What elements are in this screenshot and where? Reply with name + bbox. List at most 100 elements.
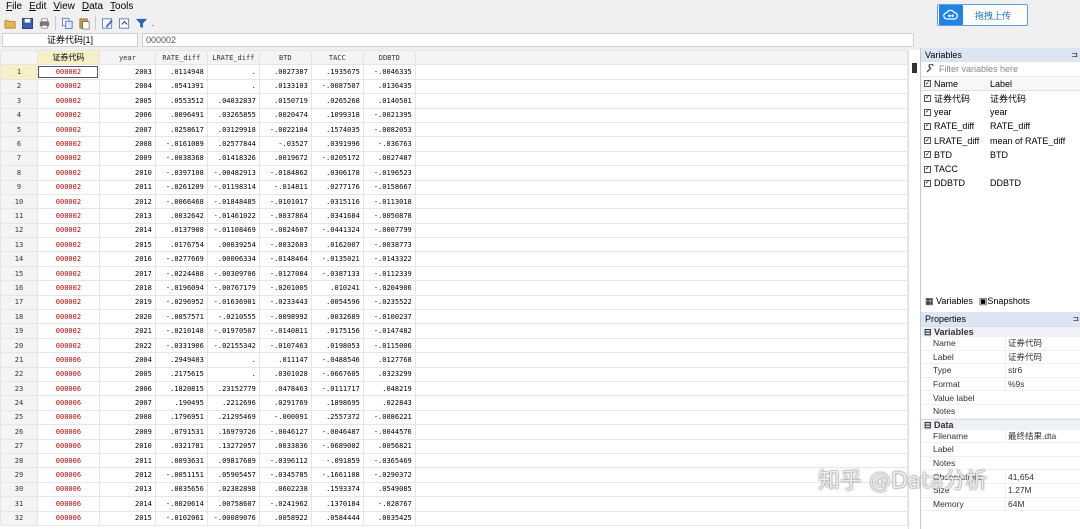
cell-ddbtd[interactable]: -.0235522 bbox=[362, 294, 416, 311]
cell-lrate-diff[interactable]: .03129918 bbox=[206, 121, 260, 138]
cell-ddbtd[interactable]: -.0007799 bbox=[362, 222, 416, 239]
cell-rate-diff[interactable]: -.0210148 bbox=[154, 323, 208, 339]
row-number-header[interactable] bbox=[0, 50, 38, 66]
cell-rate-diff[interactable]: .0321781 bbox=[154, 438, 208, 454]
cell-rate-diff[interactable]: .0093631 bbox=[154, 452, 208, 469]
cell-ddbtd[interactable]: -.0050878 bbox=[362, 208, 416, 224]
cell-code[interactable]: 000006 bbox=[36, 481, 100, 498]
cell-year[interactable]: 2014 bbox=[98, 496, 156, 512]
cell-year[interactable]: 2008 bbox=[98, 136, 156, 152]
table-row[interactable]: 29 000006 2012 -.0051151.05905457 -.0345785-… bbox=[0, 467, 908, 483]
cell-code[interactable]: 000006 bbox=[36, 380, 100, 397]
property-row[interactable]: Label 证券代码 bbox=[921, 350, 1080, 365]
menu-edit[interactable]: Edit bbox=[27, 0, 51, 14]
cell-year[interactable]: 2015 bbox=[98, 237, 156, 253]
property-row[interactable]: Name 证券代码 bbox=[921, 337, 1080, 351]
cell-ddbtd[interactable]: -.0112339 bbox=[362, 265, 416, 282]
cell-btd[interactable]: .0033836 bbox=[258, 438, 312, 454]
table-row[interactable]: 14 000002 2016 -.0277669.00006334 -.0148464-… bbox=[0, 251, 908, 267]
cell-lrate-diff[interactable]: .03265855 bbox=[206, 107, 260, 123]
cell-btd[interactable]: -.0241962 bbox=[258, 496, 312, 512]
cell-lrate-diff[interactable]: .04032837 bbox=[206, 93, 260, 109]
cell-lrate-diff[interactable]: .05905457 bbox=[206, 467, 260, 483]
cell-year[interactable]: 2010 bbox=[98, 165, 156, 181]
row-number[interactable]: 20 bbox=[0, 337, 38, 354]
cell-code[interactable]: 000002 bbox=[36, 107, 100, 123]
cell-year[interactable]: 2010 bbox=[98, 438, 156, 454]
table-row[interactable]: 6 000002 2008 -.0161089.02577844 -.03527.039… bbox=[0, 136, 908, 152]
menu-file[interactable]: File bbox=[4, 0, 27, 14]
cell-year[interactable]: 2006 bbox=[98, 107, 156, 123]
cell-code[interactable]: 000006 bbox=[36, 467, 100, 483]
cell-tacc[interactable]: -.0205172 bbox=[310, 150, 364, 167]
cell-reference[interactable]: 证券代码[1] bbox=[2, 33, 138, 47]
cell-tacc[interactable]: .0054596 bbox=[310, 294, 364, 311]
cell-btd[interactable]: -.0098992 bbox=[258, 309, 312, 325]
row-number[interactable]: 21 bbox=[0, 352, 38, 368]
cell-lrate-diff[interactable]: .23152779 bbox=[206, 380, 260, 397]
cell-btd[interactable]: .0150719 bbox=[258, 93, 312, 109]
table-row[interactable]: 5 000002 2007.0258617.03129918 -.0022104.15… bbox=[0, 121, 908, 138]
cell-btd[interactable]: -.0037864 bbox=[258, 208, 312, 224]
table-row[interactable]: 15 000002 2017 -.0224488 -.00309706 -.0127084… bbox=[0, 265, 908, 282]
cell-tacc[interactable]: -.0488546 bbox=[310, 352, 364, 368]
table-row[interactable]: 30 000006 2013.0035656.02382898.0602238.15… bbox=[0, 481, 908, 498]
cell-ddbtd[interactable]: -.0204906 bbox=[362, 280, 416, 296]
cell-year[interactable]: 2007 bbox=[98, 395, 156, 411]
cell-year[interactable]: 2006 bbox=[98, 380, 156, 397]
row-number[interactable]: 12 bbox=[0, 222, 38, 239]
cell-year[interactable]: 2011 bbox=[98, 179, 156, 195]
cell-rate-diff[interactable]: -.0102061 bbox=[154, 510, 208, 526]
table-row[interactable]: 21 000006 2004.2949403. .011147 -.0488546.01… bbox=[0, 352, 908, 368]
table-row[interactable]: 32 000006 2015 -.0102061 -.00089076.0058922.… bbox=[0, 510, 908, 526]
cell-code[interactable]: 000002 bbox=[36, 222, 100, 239]
cell-btd[interactable]: -.000091 bbox=[258, 409, 312, 426]
cell-rate-diff[interactable]: -.0051151 bbox=[154, 467, 208, 483]
variable-row[interactable]: ✓ BTD BTD bbox=[921, 148, 1080, 162]
cell-lrate-diff[interactable]: -.00309706 bbox=[206, 265, 260, 282]
cell-year[interactable]: 2008 bbox=[98, 409, 156, 426]
cell-rate-diff[interactable]: -.0066468 bbox=[154, 193, 208, 210]
cell-btd[interactable]: .0602238 bbox=[258, 481, 312, 498]
row-number[interactable]: 8 bbox=[0, 165, 38, 181]
menu-tools[interactable]: Tools bbox=[108, 0, 138, 14]
cell-rate-diff[interactable]: .0541391 bbox=[154, 78, 208, 95]
cell-code[interactable]: 000002 bbox=[36, 309, 100, 325]
data-section-header[interactable]: ⊟ Data bbox=[921, 418, 1080, 430]
cell-year[interactable]: 2019 bbox=[98, 294, 156, 311]
cell-year[interactable]: 2021 bbox=[98, 323, 156, 339]
cell-rate-diff[interactable]: .1820815 bbox=[154, 380, 208, 397]
cell-btd[interactable]: -.0024607 bbox=[258, 222, 312, 239]
table-row[interactable]: 20 000002 2022 -.0331906 -.02155342 -.0107463… bbox=[0, 337, 908, 354]
cell-code[interactable]: 000006 bbox=[36, 496, 100, 512]
table-row[interactable]: 10 000002 2012 -.0066468 -.01848485 -.0101017… bbox=[0, 193, 908, 210]
cell-rate-diff[interactable]: -.0057571 bbox=[154, 309, 208, 325]
row-number[interactable]: 26 bbox=[0, 424, 38, 440]
table-row[interactable]: 4 000002 2006.0096491.03265855.0020474.109… bbox=[0, 107, 908, 123]
variable-checkbox[interactable]: ✓ bbox=[924, 165, 931, 173]
cell-ddbtd[interactable]: -.0143322 bbox=[362, 251, 416, 267]
cell-lrate-diff[interactable]: .00006334 bbox=[206, 251, 260, 267]
cell-ddbtd[interactable]: .0035425 bbox=[362, 510, 416, 526]
row-number[interactable]: 19 bbox=[0, 323, 38, 339]
cell-ddbtd[interactable]: .048219 bbox=[362, 380, 416, 397]
cell-code[interactable]: 000002 bbox=[36, 78, 100, 95]
filter-input[interactable]: Filter variables here bbox=[939, 64, 1018, 74]
column-header[interactable]: LRATE_diff bbox=[206, 50, 260, 66]
cell-ddbtd[interactable]: .0549085 bbox=[362, 481, 416, 498]
cell-lrate-diff[interactable]: . bbox=[206, 366, 260, 382]
paste-icon[interactable] bbox=[76, 15, 92, 31]
cell-code[interactable]: 000006 bbox=[36, 438, 100, 454]
cell-code[interactable]: 000002 bbox=[36, 121, 100, 138]
row-number[interactable]: 11 bbox=[0, 208, 38, 224]
cell-code[interactable]: 000006 bbox=[36, 352, 100, 368]
variable-checkbox[interactable]: ✓ bbox=[924, 137, 931, 145]
cell-ddbtd[interactable]: -.0147482 bbox=[362, 323, 416, 339]
cell-tacc[interactable]: -.0387133 bbox=[310, 265, 364, 282]
table-row[interactable]: 27 000006 2010.0321781.13272057.0033836 -.0… bbox=[0, 438, 908, 454]
cell-tacc[interactable]: .1099318 bbox=[310, 107, 364, 123]
cell-lrate-diff[interactable]: .21295469 bbox=[206, 409, 260, 426]
cell-tacc[interactable]: -.0087507 bbox=[310, 78, 364, 95]
cell-year[interactable]: 2013 bbox=[98, 481, 156, 498]
cell-btd[interactable]: -.0148464 bbox=[258, 251, 312, 267]
